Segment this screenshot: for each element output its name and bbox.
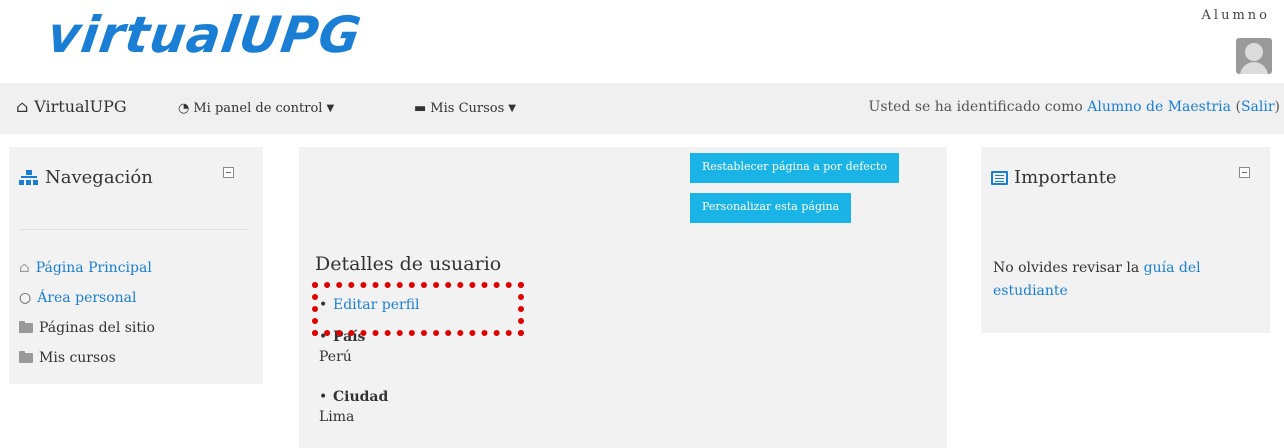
nav-item-home[interactable]: ⌂ Página Principal (19, 253, 155, 283)
block-title: Navegación (19, 167, 153, 188)
nav-dashboard[interactable]: ◔ Mi panel de control ▼ (178, 101, 334, 116)
navigation-list: ⌂ Página Principal ○ Área personal Págin… (19, 253, 155, 373)
collapse-icon[interactable] (1239, 167, 1250, 178)
country-value: Perú (319, 349, 352, 365)
user-menu[interactable]: Alumno (1202, 8, 1270, 23)
divider (21, 229, 249, 230)
list-icon (991, 170, 1008, 185)
collapse-icon[interactable] (223, 167, 234, 178)
important-block: Importante No olvides revisar la guía de… (981, 147, 1270, 333)
nav-courses[interactable]: ▬ Mis Cursos ▼ (414, 101, 516, 116)
bullet-icon: • (319, 389, 328, 405)
sitemap-icon (19, 169, 39, 186)
top-navbar: ⌂ VirtualUPG ◔ Mi panel de control ▼ ▬ M… (0, 83, 1284, 134)
nav-courses-label: Mis Cursos (430, 101, 505, 116)
important-text-prefix: No olvides revisar la (993, 260, 1140, 276)
block-title: Importante (991, 167, 1117, 188)
list-item: • País Perú (319, 329, 420, 385)
nav-dashboard-label: Mi panel de control (193, 101, 323, 116)
folder-icon (19, 321, 33, 333)
nav-item-label[interactable]: Página Principal (36, 260, 152, 276)
customize-page-button[interactable]: Personalizar esta página (690, 193, 852, 223)
nav-brand-label: VirtualUPG (34, 97, 127, 116)
nav-item-label: Páginas del sitio (39, 320, 155, 336)
list-item: • Ciudad Lima (319, 389, 420, 445)
avatar[interactable] (1236, 38, 1272, 74)
login-prefix: Usted se ha identificado como (868, 99, 1083, 115)
city-label: Ciudad (333, 389, 389, 405)
briefcase-icon: ▬ (414, 101, 427, 116)
profile-link[interactable]: Alumno de Maestria (1087, 99, 1231, 115)
city-value: Lima (319, 409, 355, 425)
nav-item-site-pages[interactable]: Páginas del sitio (19, 313, 155, 343)
user-name[interactable]: Alumno (1202, 8, 1270, 23)
chevron-down-icon: ▼ (508, 103, 516, 114)
logout-link[interactable]: Salir (1241, 99, 1275, 115)
important-text: No olvides revisar la guía del estudiant… (993, 257, 1253, 303)
important-title: Importante (1014, 167, 1117, 188)
folder-icon (19, 351, 33, 363)
reset-page-button[interactable]: Restablecer página a por defecto (690, 153, 900, 183)
chevron-down-icon: ▼ (326, 103, 335, 114)
login-info: Usted se ha identificado como Alumno de … (869, 99, 1280, 115)
logout-paren-close: ) (1274, 99, 1280, 115)
nav-brand[interactable]: ⌂ VirtualUPG (16, 97, 127, 116)
navigation-block: Navegación ⌂ Página Principal ○ Área per… (9, 147, 263, 384)
site-logo[interactable]: virtualUPG (44, 6, 365, 64)
section-title: Detalles de usuario (315, 253, 502, 275)
highlight-box (312, 282, 524, 336)
home-icon: ⌂ (19, 260, 30, 276)
navigation-title: Navegación (45, 167, 153, 188)
home-icon: ⌂ (16, 97, 29, 116)
nav-item-my-courses[interactable]: Mis cursos (19, 343, 155, 373)
nav-item-personal-area[interactable]: ○ Área personal (19, 283, 155, 313)
nav-item-label: Mis cursos (39, 350, 116, 366)
nav-item-label[interactable]: Área personal (37, 290, 136, 306)
dashboard-icon: ◔ (178, 101, 190, 116)
circle-icon: ○ (19, 290, 32, 306)
